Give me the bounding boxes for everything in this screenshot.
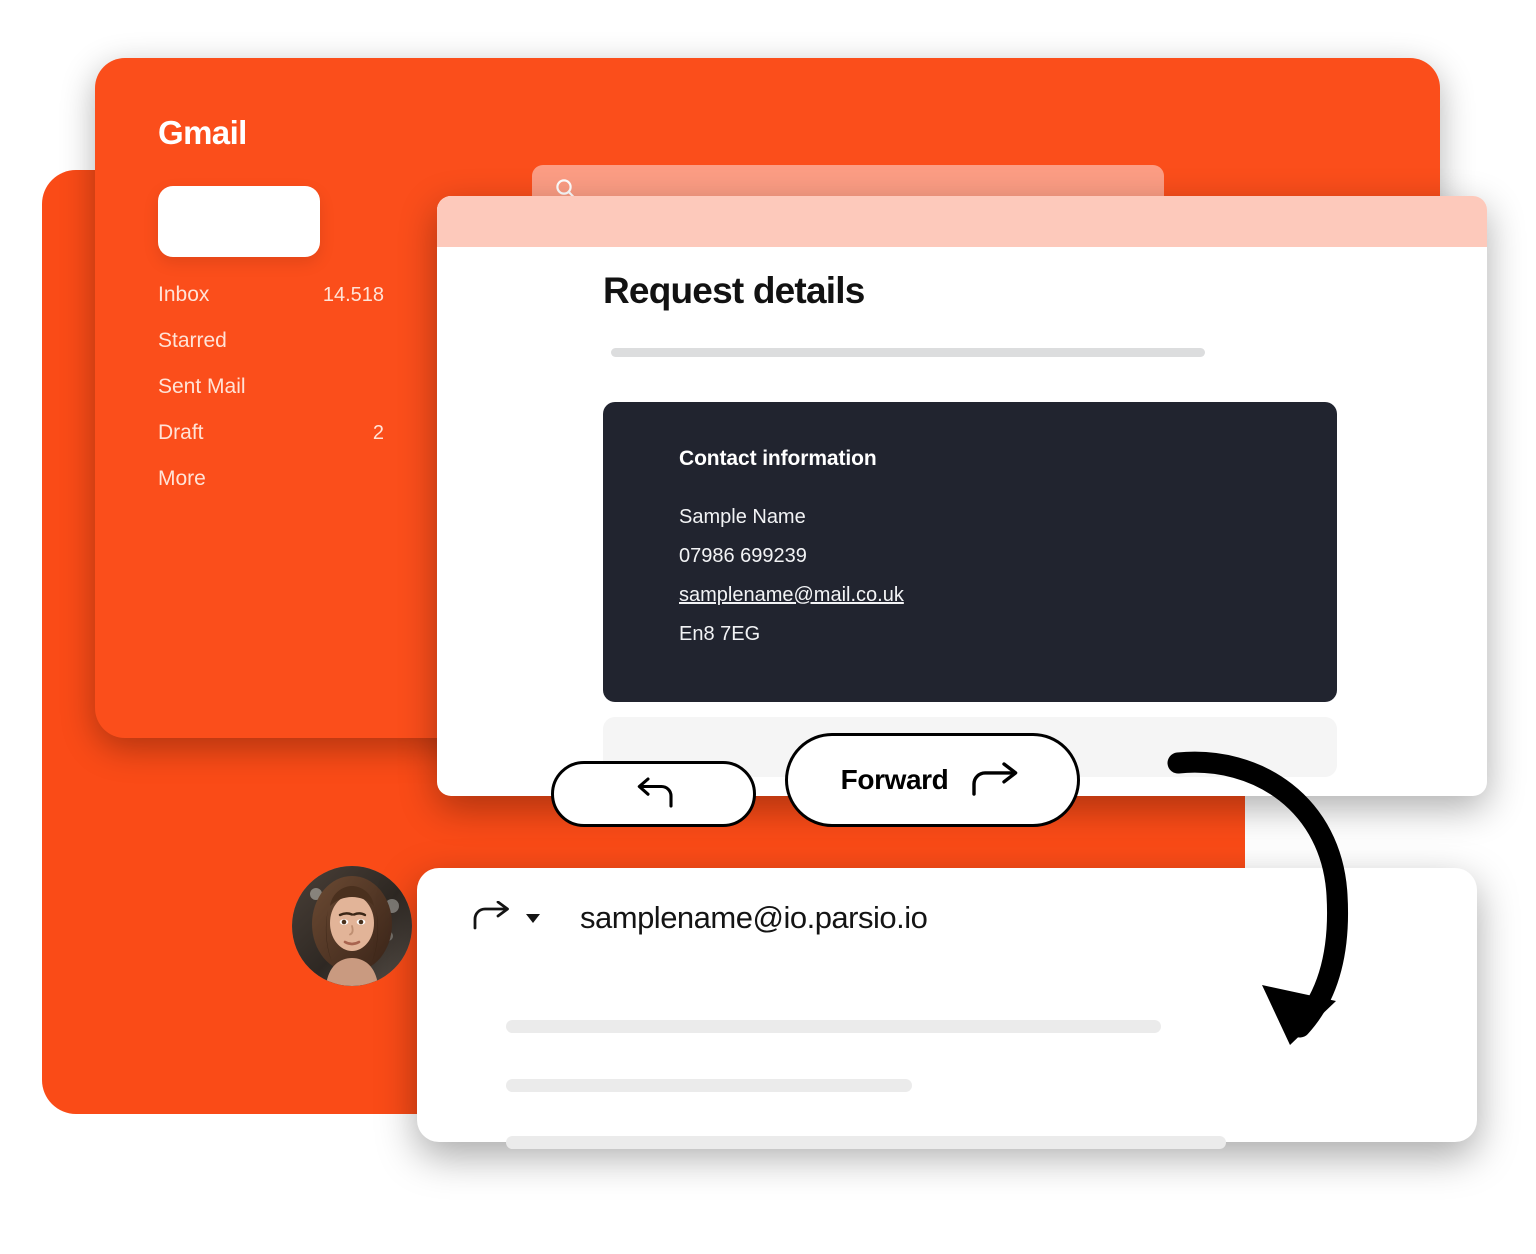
sidebar-nav: Inbox 14.518 Starred Sent Mail Draft 2 M…: [158, 283, 384, 513]
sidebar-item-label: Starred: [158, 329, 227, 352]
sidebar-item-label: More: [158, 467, 206, 490]
forwarded-email-card: samplename@io.parsio.io: [417, 868, 1477, 1149]
contact-name: Sample Name: [679, 506, 806, 528]
content-placeholder-bar: [611, 348, 1205, 357]
contact-postcode: En8 7EG: [679, 623, 761, 645]
chevron-down-icon[interactable]: [526, 913, 540, 923]
forward-button-label: Forward: [840, 764, 949, 795]
page-title: Request details: [603, 270, 865, 311]
contact-information-card: Contact information Sample Name 07986 69…: [603, 402, 1337, 702]
forward-arrow-icon: [970, 760, 1024, 801]
sidebar-item-draft[interactable]: Draft 2: [158, 421, 384, 467]
reply-button[interactable]: [551, 761, 756, 827]
forward-button[interactable]: Forward: [785, 733, 1080, 827]
contact-card-heading: Contact information: [679, 447, 877, 470]
sidebar-item-count: 2: [372, 422, 384, 444]
screenshot-stage: Gmail Inbox 14.518 Starred Sent Mail Dra…: [0, 0, 1536, 1254]
sidebar-item-label: Inbox: [158, 283, 210, 306]
sidebar-item-more[interactable]: More: [158, 467, 384, 513]
contact-email-link[interactable]: samplename@mail.co.uk: [679, 584, 904, 607]
reply-arrow-icon: [631, 776, 677, 813]
body-placeholder-bar: [506, 1136, 1226, 1149]
avatar: [292, 866, 412, 986]
forwarded-header-row: samplename@io.parsio.io: [472, 900, 928, 936]
sidebar-item-inbox[interactable]: Inbox 14.518: [158, 283, 384, 329]
compose-button[interactable]: [158, 186, 320, 257]
sidebar-item-label: Sent Mail: [158, 375, 246, 398]
sidebar-item-count: 14.518: [322, 284, 384, 306]
panel-header-band: [437, 196, 1487, 247]
forward-arrow-icon: [472, 900, 514, 936]
contact-phone: 07986 699239: [679, 545, 807, 567]
sidebar-item-label: Draft: [158, 421, 204, 444]
body-placeholder-bar: [506, 1020, 1161, 1033]
gmail-logo: Gmail: [158, 114, 247, 151]
request-details-panel: Request details Contact information Samp…: [437, 196, 1487, 796]
body-placeholder-bar: [506, 1079, 912, 1092]
sidebar-item-sent-mail[interactable]: Sent Mail: [158, 375, 384, 421]
sidebar-item-starred[interactable]: Starred: [158, 329, 384, 375]
forwarded-address: samplename@io.parsio.io: [580, 900, 928, 935]
